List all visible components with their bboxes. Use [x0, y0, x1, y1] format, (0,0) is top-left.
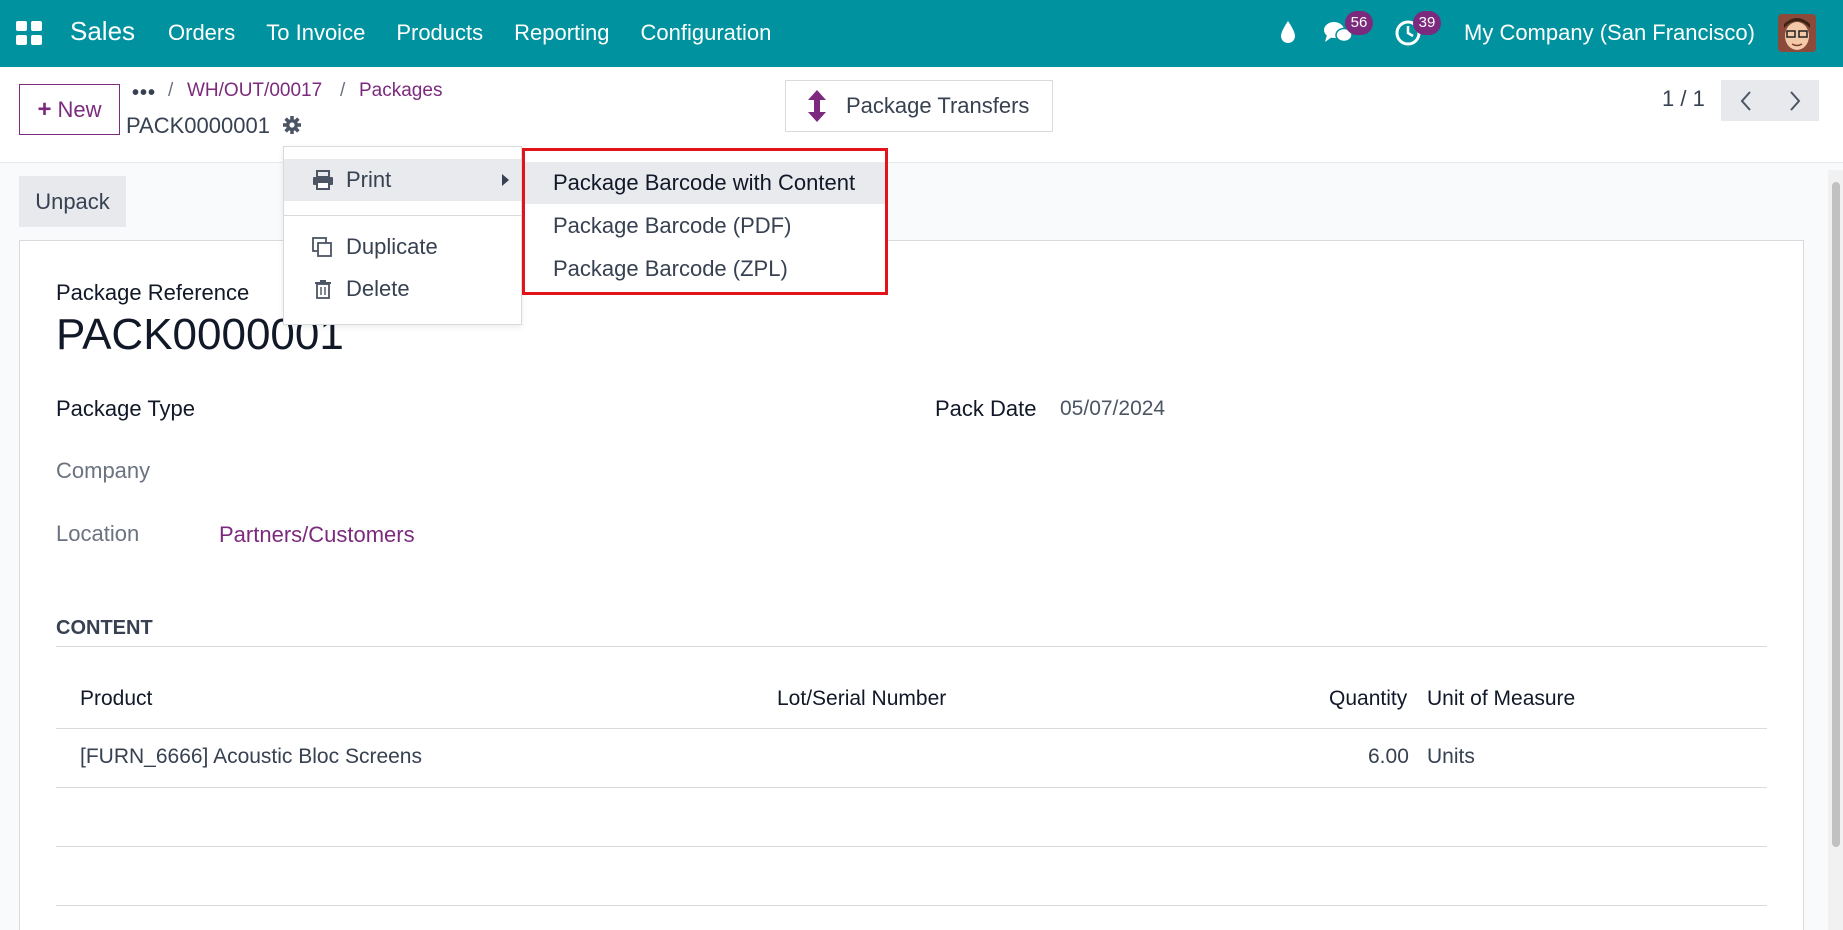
cell-product: [FURN_6666] Acoustic Bloc Screens	[80, 745, 422, 768]
menu-configuration[interactable]: Configuration	[641, 20, 772, 46]
content-section-title: CONTENT	[56, 617, 153, 639]
plus-icon: +	[37, 95, 52, 123]
location-field[interactable]: Partners/Customers	[219, 522, 415, 548]
table-row-empty	[56, 847, 1767, 906]
pack-date-label: Pack Date	[935, 396, 1037, 421]
vertical-scrollbar[interactable]	[1828, 170, 1843, 930]
scrollbar-thumb[interactable]	[1832, 182, 1840, 847]
print-barcode-zpl[interactable]: Package Barcode (ZPL)	[525, 248, 885, 290]
print-submenu: Package Barcode with Content Package Bar…	[522, 148, 888, 295]
delete-menu-item[interactable]: Delete	[284, 268, 521, 310]
column-lot-serial[interactable]: Lot/Serial Number	[777, 687, 946, 711]
pager-next-button[interactable]	[1770, 80, 1819, 121]
breadcrumb-delivery[interactable]: WH/OUT/00017	[187, 80, 322, 102]
cell-uom: Units	[1427, 745, 1475, 768]
smart-button-label: Package Transfers	[846, 93, 1030, 118]
print-option-label: Package Barcode (PDF)	[553, 213, 792, 238]
print-option-label: Package Barcode (ZPL)	[553, 256, 788, 281]
caret-right-icon	[502, 174, 509, 186]
user-avatar[interactable]	[1778, 14, 1816, 52]
pack-date-field[interactable]: 05/07/2024	[1060, 397, 1165, 421]
package-transfers-button[interactable]: Package Transfers	[785, 80, 1053, 132]
breadcrumb-separator: /	[168, 80, 174, 101]
new-button-label: New	[57, 96, 102, 122]
printer-icon	[313, 170, 333, 190]
company-label: Company	[56, 458, 151, 483]
print-barcode-with-content[interactable]: Package Barcode with Content	[525, 162, 885, 204]
menu-to-invoice[interactable]: To Invoice	[266, 20, 365, 46]
company-switcher[interactable]: My Company (San Francisco)	[1464, 20, 1755, 46]
table-row[interactable]: [FURN_6666] Acoustic Bloc Screens 6.00 U…	[56, 729, 1767, 788]
drop-icon[interactable]	[1279, 20, 1297, 44]
location-label: Location	[56, 521, 140, 546]
duplicate-menu-item[interactable]: Duplicate	[284, 226, 521, 268]
new-button[interactable]: + New	[19, 84, 120, 135]
main-menu: Orders To Invoice Products Reporting Con…	[168, 20, 771, 46]
duplicate-label: Duplicate	[346, 234, 438, 259]
breadcrumb-more-icon[interactable]: •••	[132, 82, 156, 105]
section-divider	[56, 646, 1767, 647]
content-table-header: Product Lot/Serial Number Quantity Unit …	[56, 677, 1767, 729]
top-navbar: Sales Orders To Invoice Products Reporti…	[0, 0, 1843, 67]
column-uom[interactable]: Unit of Measure	[1427, 687, 1575, 711]
package-type-label: Package Type	[56, 396, 196, 421]
breadcrumb-separator: /	[340, 80, 346, 101]
column-product[interactable]: Product	[80, 687, 152, 711]
menu-orders[interactable]: Orders	[168, 20, 235, 46]
trash-icon	[315, 280, 331, 299]
breadcrumb-packages[interactable]: Packages	[359, 80, 442, 102]
print-menu-item[interactable]: Print	[284, 159, 521, 201]
chevron-right-icon	[1789, 90, 1800, 111]
apps-menu-icon[interactable]	[16, 21, 42, 45]
dropdown-divider	[284, 215, 521, 216]
action-dropdown-menu: Print Duplicate Delete	[283, 146, 522, 325]
print-option-label: Package Barcode with Content	[553, 170, 856, 195]
chevron-left-icon	[1740, 90, 1751, 111]
cell-quantity: 6.00	[1368, 745, 1409, 768]
gear-icon[interactable]	[282, 115, 302, 135]
arrows-vertical-icon	[808, 90, 826, 122]
delete-label: Delete	[346, 276, 410, 301]
duplicate-icon	[312, 237, 332, 257]
unpack-button[interactable]: Unpack	[19, 176, 126, 227]
pager-previous-button[interactable]	[1721, 80, 1770, 121]
package-reference-label: Package Reference	[56, 280, 250, 305]
menu-reporting[interactable]: Reporting	[514, 20, 609, 46]
chat-count-badge: 56	[1345, 11, 1373, 35]
print-label: Print	[346, 167, 392, 192]
pager-value: 1 / 1	[1662, 86, 1705, 111]
record-title: PACK0000001	[126, 113, 270, 138]
table-row-empty	[56, 788, 1767, 847]
print-barcode-pdf[interactable]: Package Barcode (PDF)	[525, 205, 885, 247]
column-quantity[interactable]: Quantity	[1329, 687, 1407, 711]
menu-products[interactable]: Products	[396, 20, 483, 46]
activity-count-badge: 39	[1413, 11, 1441, 35]
app-name[interactable]: Sales	[70, 16, 135, 47]
